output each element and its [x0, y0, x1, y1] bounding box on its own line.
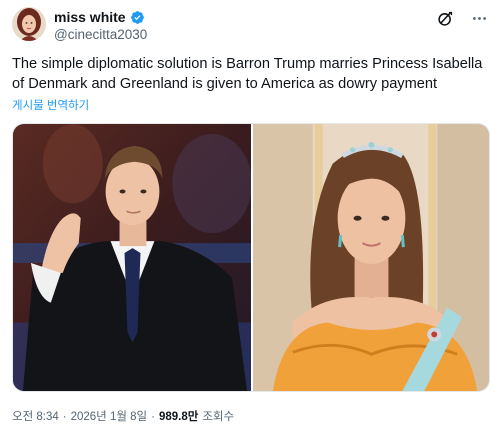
tweet-actions-top [436, 9, 488, 27]
meta-separator: · [62, 411, 67, 423]
tweet-media[interactable] [12, 123, 490, 392]
tweet-meta: 오전 8:34 · 2026년 1월 8일 · 989.8만 조회수 [12, 408, 234, 424]
tweet-text: The simple diplomatic solution is Barron… [12, 56, 483, 92]
author-handle[interactable]: @cinecitta2030 [54, 27, 147, 42]
right-photo[interactable] [253, 124, 489, 391]
princess-photo-image [253, 124, 489, 391]
view-count: 989.8만 [158, 411, 199, 423]
post-date[interactable]: 2026년 1월 8일 [71, 408, 148, 424]
meta-separator: · [151, 411, 155, 423]
left-photo[interactable] [13, 124, 251, 391]
man-photo-image [13, 124, 251, 391]
post-time[interactable]: 오전 8:34 [12, 408, 59, 424]
avatar[interactable] [12, 7, 46, 41]
translate-post-link[interactable]: 게시물 번역하기 [12, 97, 89, 113]
view-count-label: 조회수 [202, 411, 235, 423]
author-name-row: miss white [54, 9, 145, 25]
grok-icon[interactable] [436, 9, 454, 27]
more-icon[interactable] [470, 9, 488, 27]
author-display-name[interactable]: miss white [54, 9, 126, 25]
tweet-header: miss white @cinecitta2030 [12, 6, 488, 46]
verified-badge-icon [130, 10, 145, 25]
